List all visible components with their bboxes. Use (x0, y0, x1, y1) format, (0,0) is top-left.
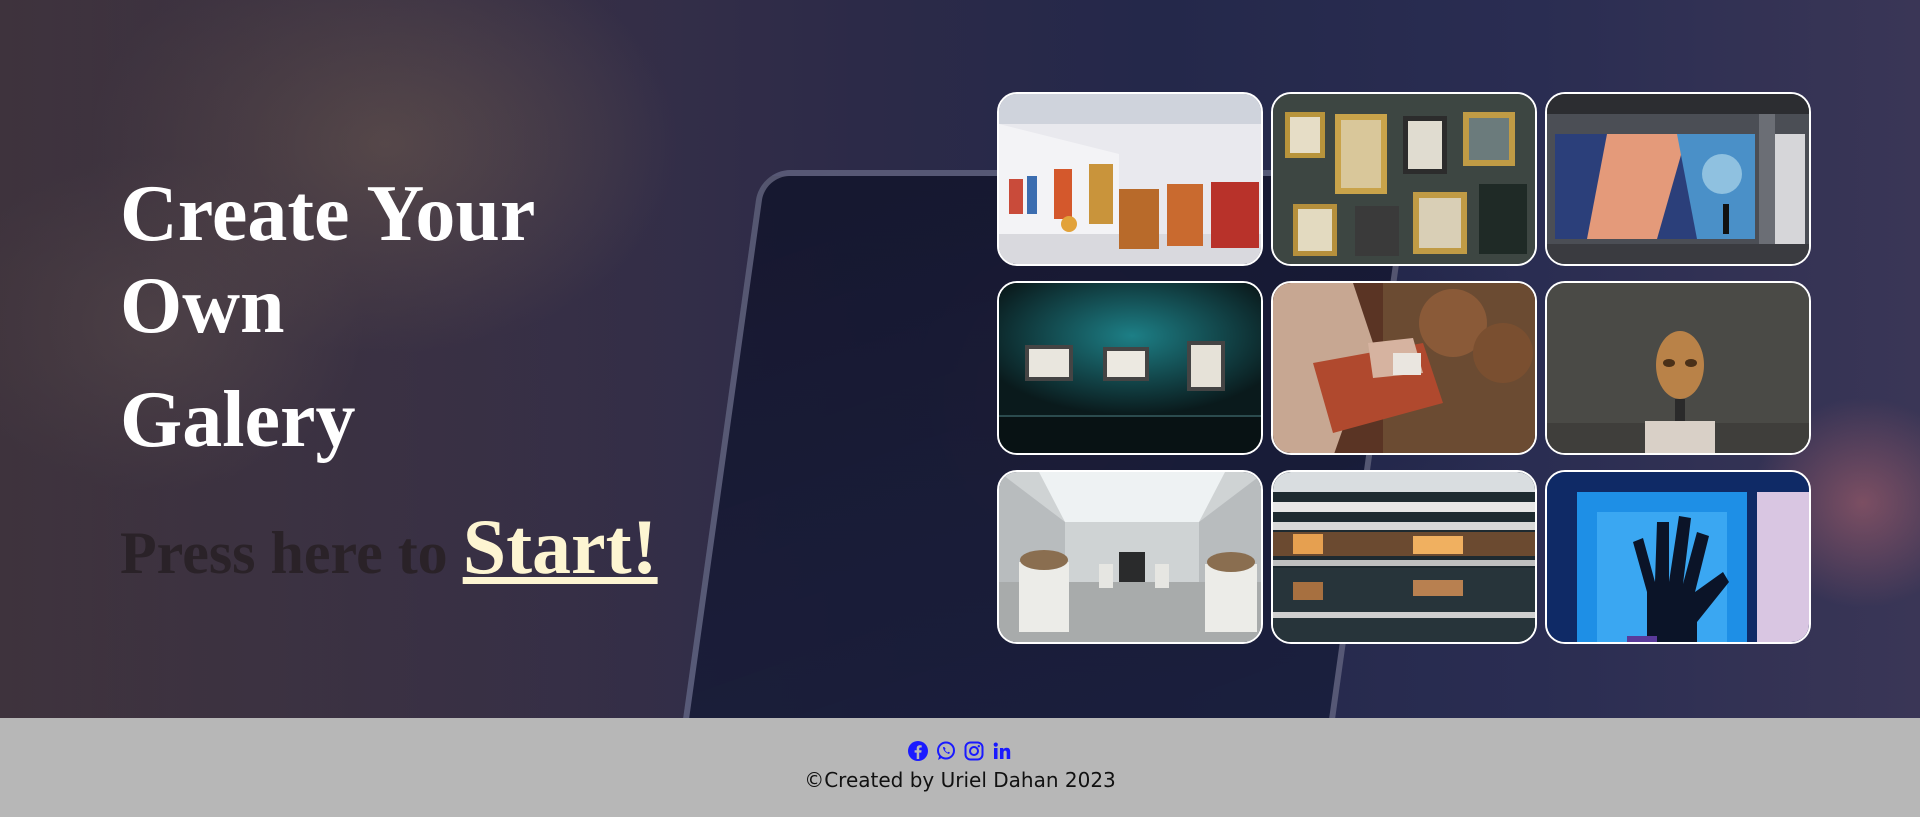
teal-lit-frames-photo[interactable] (997, 281, 1263, 455)
museum-sculpture-hall-photo[interactable] (997, 470, 1263, 644)
press-prompt: Press here to Start! (120, 502, 658, 592)
footer: ©Created by Uriel Dahan 2023 (0, 718, 1920, 817)
press-text: Press here to (120, 520, 448, 586)
linkedin-icon[interactable] (991, 740, 1013, 762)
framed-artworks-wall-photo[interactable] (1271, 92, 1537, 266)
sculpture-head-photo[interactable] (1545, 281, 1811, 455)
hero-section: Create Your Own Galery Press here to Sta… (0, 0, 1920, 718)
mural-exhibition-photo[interactable] (1545, 92, 1811, 266)
start-link[interactable]: Start! (463, 503, 658, 590)
whatsapp-icon[interactable] (935, 740, 957, 762)
gallery-grid (997, 92, 1811, 644)
white-gallery-hall-photo[interactable] (997, 92, 1263, 266)
hero-text: Create Your Own Galery Press here to Sta… (120, 168, 658, 592)
instagram-icon[interactable] (963, 740, 985, 762)
blue-hand-art-photo[interactable] (1545, 470, 1811, 644)
artist-hands-painting-photo[interactable] (1271, 281, 1537, 455)
social-links (0, 740, 1920, 762)
hero-title-line-2: Own (120, 262, 285, 350)
mall-atrium-reflection-photo[interactable] (1271, 470, 1537, 644)
hero-title-line-1: Create Your (120, 170, 536, 258)
hero-title-line-3: Galery (120, 376, 356, 464)
facebook-icon[interactable] (907, 740, 929, 762)
credit-text: ©Created by Uriel Dahan 2023 (804, 768, 1116, 792)
